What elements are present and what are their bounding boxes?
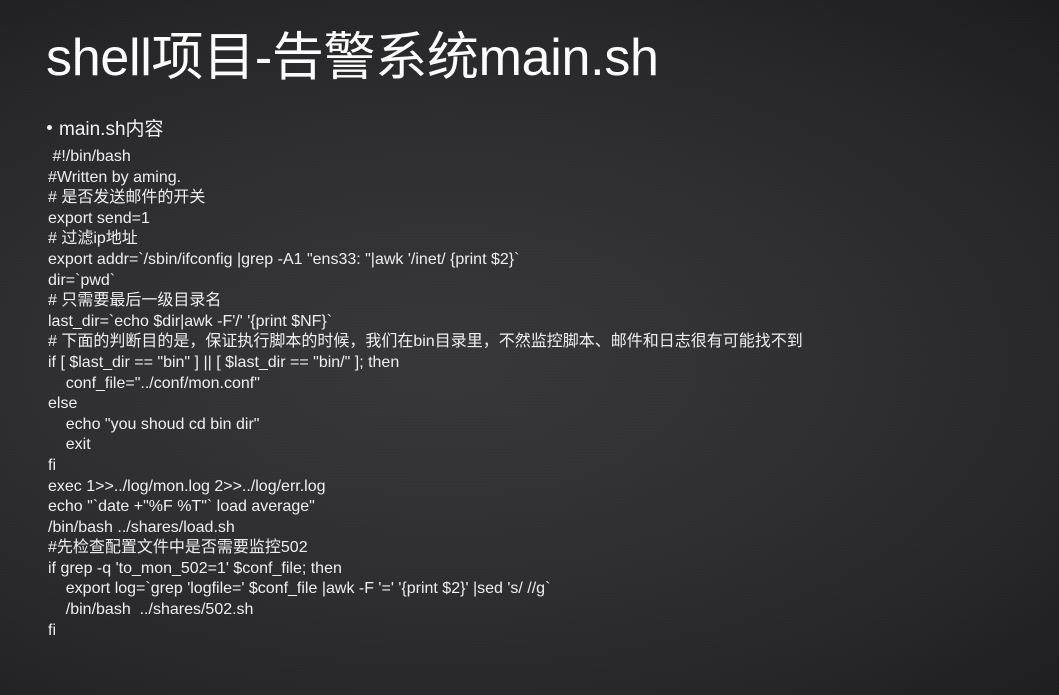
code-line: last_dir=`echo $dir|awk -F'/' '{print $N… [48,312,333,330]
bullet-point-icon [47,125,52,130]
code-line: fi [48,621,56,639]
code-line: if [ $last_dir == "bin" ] || [ $last_dir… [48,353,400,371]
code-line: export log=`grep 'logfile=' $conf_file |… [48,580,551,598]
code-line: #!/bin/bash [48,148,131,165]
code-line: exit [48,436,91,454]
code-line: if grep -q 'to_mon_502=1' $conf_file; th… [48,559,342,577]
code-line: #先检查配置文件中是否需要监控502 [48,539,308,557]
code-line: # 下面的判断目的是，保证执行脚本的时候，我们在bin目录里，不然监控脚本、邮件… [48,333,803,351]
code-line: #Written by aming. [48,168,182,186]
code-line: # 是否发送邮件的开关 [48,189,206,207]
code-line: exec 1>>../log/mon.log 2>>../log/err.log [48,477,326,495]
slide-title: shell项目-告警系统main.sh [46,29,659,87]
code-line: dir=`pwd` [48,271,116,289]
code-line: export addr=`/sbin/ifconfig |grep -A1 "e… [48,250,520,268]
bullet-item: main.sh内容 [47,118,164,142]
presentation-slide: shell项目-告警系统main.sh main.sh内容 #!/bin/bas… [0,0,1059,695]
code-line: /bin/bash ../shares/load.sh [48,518,235,536]
code-line: conf_file="../conf/mon.conf" [48,374,260,392]
code-line: # 只需要最后一级目录名 [48,292,222,310]
code-line: else [48,395,78,413]
code-line: echo "you shoud cd bin dir" [48,415,260,433]
bullet-item-label: main.sh内容 [59,119,164,140]
code-line: /bin/bash ../shares/502.sh [48,601,254,619]
code-line: fi [48,456,56,474]
code-line: export send=1 [48,209,150,227]
code-line: echo "`date +"%F %T"` load average" [48,498,315,516]
code-listing: #!/bin/bash #Written by aming. # 是否发送邮件的开关… [48,147,1038,641]
code-line: # 过滤ip地址 [48,230,138,248]
